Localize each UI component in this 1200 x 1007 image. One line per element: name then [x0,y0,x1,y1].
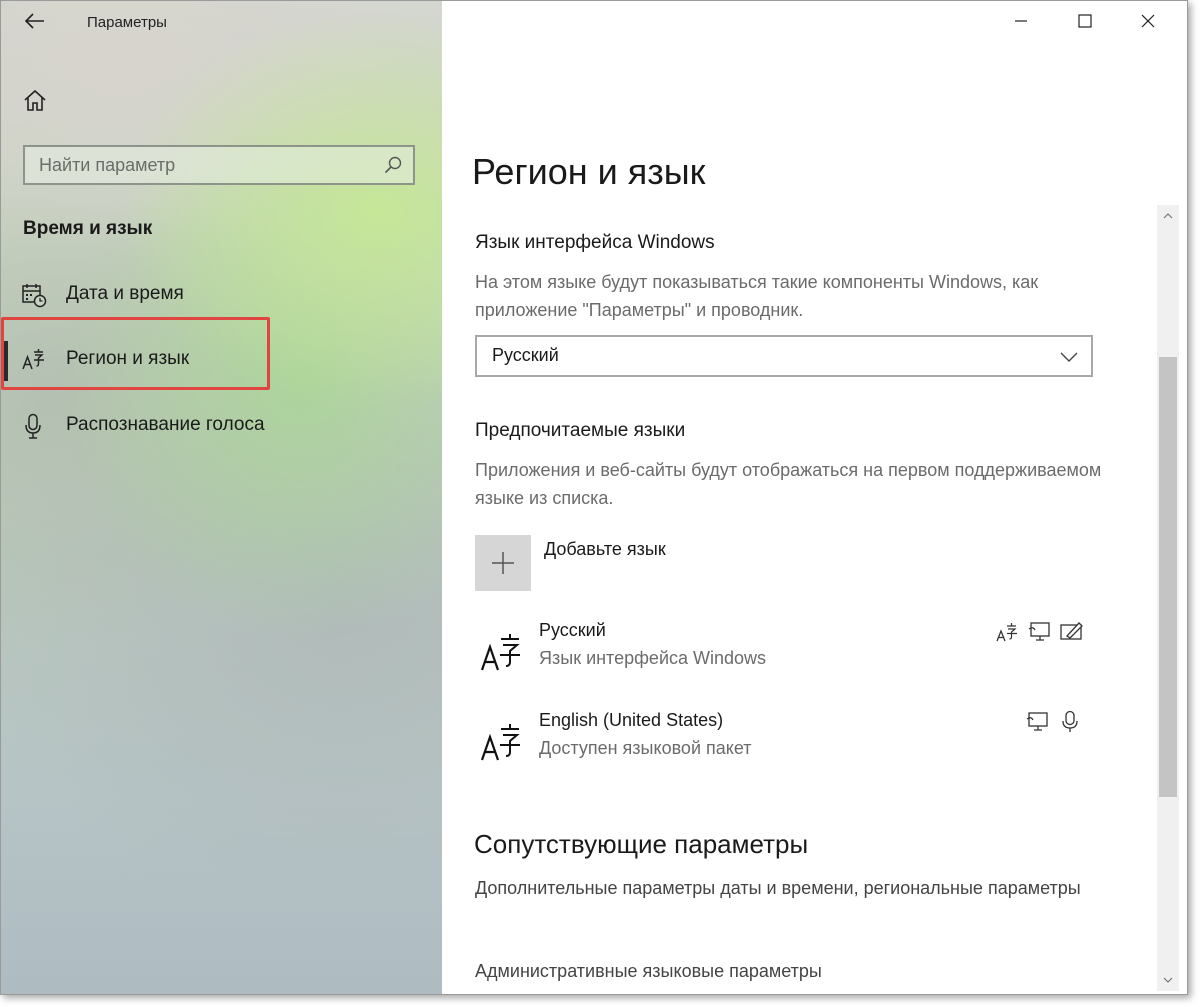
maximize-button[interactable] [1062,1,1108,41]
calendar-clock-icon [22,284,47,308]
sidebar-item-label: Дата и время [66,283,184,304]
language-icon [22,349,44,370]
chevron-down-icon [1060,352,1078,362]
language-icon [480,634,520,671]
chevron-up-icon [1163,213,1173,219]
app-title: Параметры [87,14,167,31]
close-button[interactable] [1125,1,1171,41]
display-language-description: На этом языке будут показываться такие к… [475,272,1039,320]
home-button[interactable] [19,85,51,117]
dropdown-value: Русский [492,345,559,365]
search-box[interactable] [23,145,415,185]
scrollbar-thumb[interactable] [1159,357,1177,797]
search-icon[interactable] [383,155,403,175]
language-features [995,620,1085,644]
handwriting-icon [1060,622,1083,640]
page-title: Регион и язык [472,151,706,192]
language-item-english[interactable]: English (United States) Доступен языково… [475,710,1095,774]
display-language-dropdown[interactable]: Русский [475,335,1093,377]
sidebar-item-label: Регион и язык [66,348,190,369]
section-heading: Время и язык [23,218,153,239]
preferred-languages-heading: Предпочитаемые языки [475,420,686,441]
language-item-russian[interactable]: Русский Язык интерфейса Windows [475,620,1095,684]
text-to-speech-icon [1026,712,1048,731]
speech-recognition-icon [1062,710,1078,732]
sidebar-item-speech[interactable]: Распознавание голоса [1,395,442,457]
language-status: Доступен языковой пакет [539,738,752,758]
chevron-down-icon [1163,977,1173,983]
main-content: Регион и язык Язык интерфейса Windows На… [442,1,1187,994]
maximize-icon [1078,14,1092,28]
minimize-icon [1015,20,1027,22]
back-button[interactable] [15,5,55,37]
add-language-button[interactable] [475,535,531,591]
sidebar-item-region-language[interactable]: Регион и язык [1,329,442,391]
minimize-button[interactable] [998,1,1044,41]
home-icon [24,89,46,111]
back-arrow-icon [25,13,44,29]
language-features [1025,710,1083,734]
preferred-languages-description: Приложения и веб-сайты будут отображатьс… [475,460,1102,508]
sidebar-item-date-time[interactable]: Дата и время [1,264,442,326]
sidebar: Параметры Время и язык [1,1,442,994]
search-input[interactable] [25,147,379,183]
plus-icon [492,552,514,574]
settings-window: Параметры Время и язык [0,0,1188,995]
text-to-speech-icon [1028,622,1050,641]
sidebar-item-label: Распознавание голоса [66,414,265,435]
add-language-label[interactable]: Добавьте язык [544,539,666,560]
display-language-icon [996,623,1017,642]
scroll-up-button[interactable] [1157,205,1179,227]
language-icon [480,724,520,761]
microphone-icon [25,413,41,439]
scrollbar[interactable] [1157,205,1179,991]
language-name: English (United States) [539,710,724,730]
language-name: Русский [539,620,606,640]
display-language-heading: Язык интерфейса Windows [475,232,715,253]
link-additional-date-region[interactable]: Дополнительные параметры даты и времени,… [475,874,1115,902]
related-settings-heading: Сопутствующие параметры [474,829,809,859]
close-icon [1141,14,1155,28]
language-status: Язык интерфейса Windows [539,648,767,668]
scroll-down-button[interactable] [1157,969,1179,991]
link-admin-language[interactable]: Административные языковые параметры [475,957,1115,985]
